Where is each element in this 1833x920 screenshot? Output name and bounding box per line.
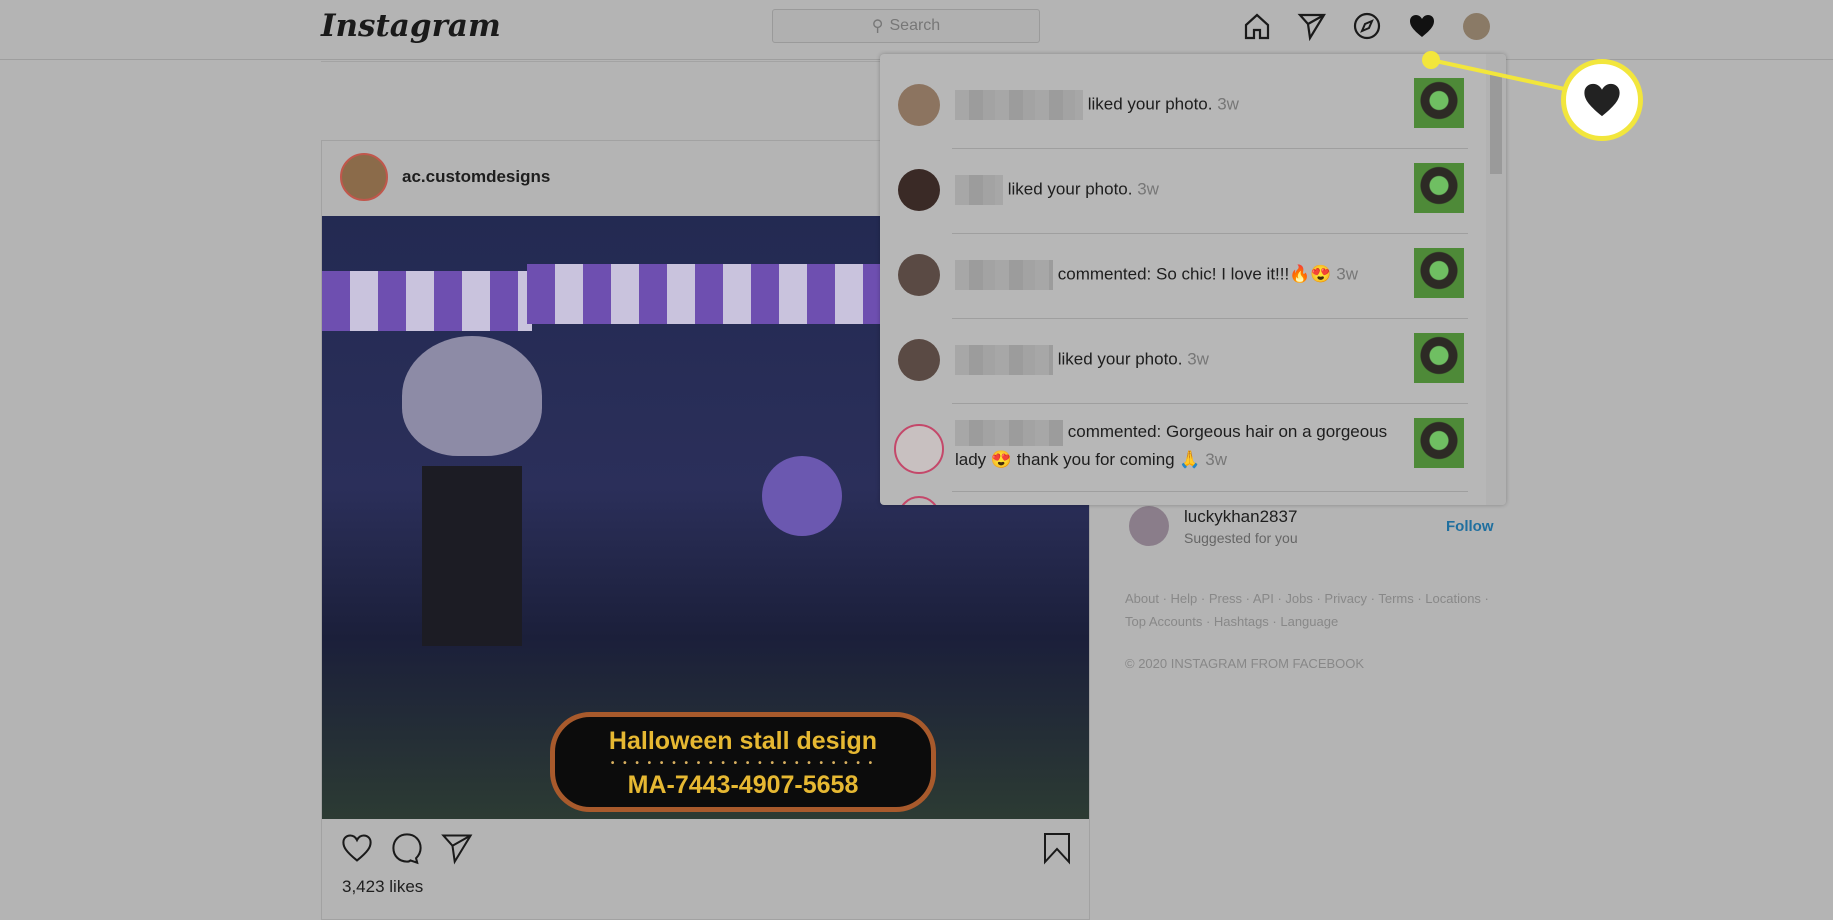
suggested-username[interactable]: luckykhan2837: [1184, 507, 1297, 527]
blurred-username: [955, 90, 1083, 120]
notification-text: liked your photo.: [1087, 94, 1213, 114]
blurred-username: [955, 260, 1053, 290]
instagram-logo[interactable]: Instagram: [321, 8, 501, 44]
user-avatar: [894, 424, 944, 474]
notification-time: 3w: [1187, 349, 1209, 369]
post-username[interactable]: ac.customdesigns: [402, 167, 550, 187]
save-bookmark-icon[interactable]: [1042, 831, 1072, 865]
user-avatar: [898, 496, 940, 505]
notification-time: 3w: [1336, 264, 1359, 284]
likes-count[interactable]: 3,423 likes: [342, 877, 423, 897]
notification-item[interactable]: liked your photo. 3w: [880, 319, 1480, 404]
blurred-username: [955, 175, 1003, 205]
sign-title: Halloween stall design: [608, 727, 878, 755]
image-sign: Halloween stall design • • • • • • • • •…: [550, 712, 936, 812]
suggested-user-avatar[interactable]: [1129, 506, 1169, 546]
notification-item[interactable]: liked your photo. 3w: [880, 149, 1480, 234]
crystal-ball: [762, 456, 842, 536]
highlight-callout: [1561, 59, 1643, 141]
profile-avatar[interactable]: [1463, 13, 1490, 40]
user-avatar: [898, 169, 940, 211]
explore-compass-icon[interactable]: [1352, 11, 1382, 41]
comment-icon[interactable]: [390, 831, 424, 865]
character-head: [402, 336, 542, 456]
notification-time: 3w: [1217, 94, 1239, 114]
user-avatar: [898, 339, 940, 381]
copyright: © 2020 INSTAGRAM FROM FACEBOOK: [1125, 656, 1365, 671]
like-heart-icon[interactable]: [340, 831, 374, 865]
notification-item[interactable]: commented: So chic! I love it!!!🔥😍 3w: [880, 234, 1480, 319]
suggested-subtitle: Suggested for you: [1184, 530, 1298, 546]
notification-item[interactable]: commented: Gorgeous hair on a gorgeous l…: [880, 404, 1480, 492]
character-body: [422, 466, 522, 646]
direct-send-icon[interactable]: [1297, 11, 1327, 41]
heart-icon: [1584, 83, 1620, 117]
footer-links-2[interactable]: Top Accounts · Hashtags · Language: [1125, 614, 1338, 629]
notification-text: commented: So chic! I love it!!!🔥😍: [1057, 264, 1332, 284]
photo-thumbnail[interactable]: [1414, 248, 1464, 298]
blurred-username: [955, 419, 1063, 446]
home-icon[interactable]: [1242, 11, 1272, 41]
user-avatar: [898, 84, 940, 126]
footer-links[interactable]: About · Help · Press · API · Jobs · Priv…: [1125, 591, 1489, 606]
photo-thumbnail[interactable]: [1414, 333, 1464, 383]
photo-thumbnail[interactable]: [1414, 418, 1464, 468]
notification-item[interactable]: liked your photo. 3w: [880, 64, 1480, 149]
notification-text: liked your photo.: [1057, 349, 1183, 369]
search-input[interactable]: ⚲ Search: [772, 9, 1040, 43]
sign-code: MA-7443-4907-5658: [627, 771, 859, 799]
follow-button[interactable]: Follow: [1446, 518, 1494, 535]
photo-thumbnail[interactable]: [1414, 163, 1464, 213]
post-author-avatar[interactable]: [340, 153, 388, 201]
activity-dropdown: liked your photo. 3w liked your photo. 3…: [880, 54, 1506, 505]
activity-heart-icon[interactable]: [1407, 11, 1437, 41]
share-send-icon[interactable]: [440, 831, 474, 865]
notification-text: liked your photo.: [1007, 179, 1133, 199]
search-placeholder: Search: [889, 17, 941, 34]
awning: [322, 271, 532, 331]
user-avatar: [898, 254, 940, 296]
notification-time: 3w: [1205, 450, 1227, 469]
search-icon: ⚲: [871, 18, 884, 35]
blurred-username: [955, 345, 1053, 375]
notification-time: 3w: [1137, 179, 1159, 199]
